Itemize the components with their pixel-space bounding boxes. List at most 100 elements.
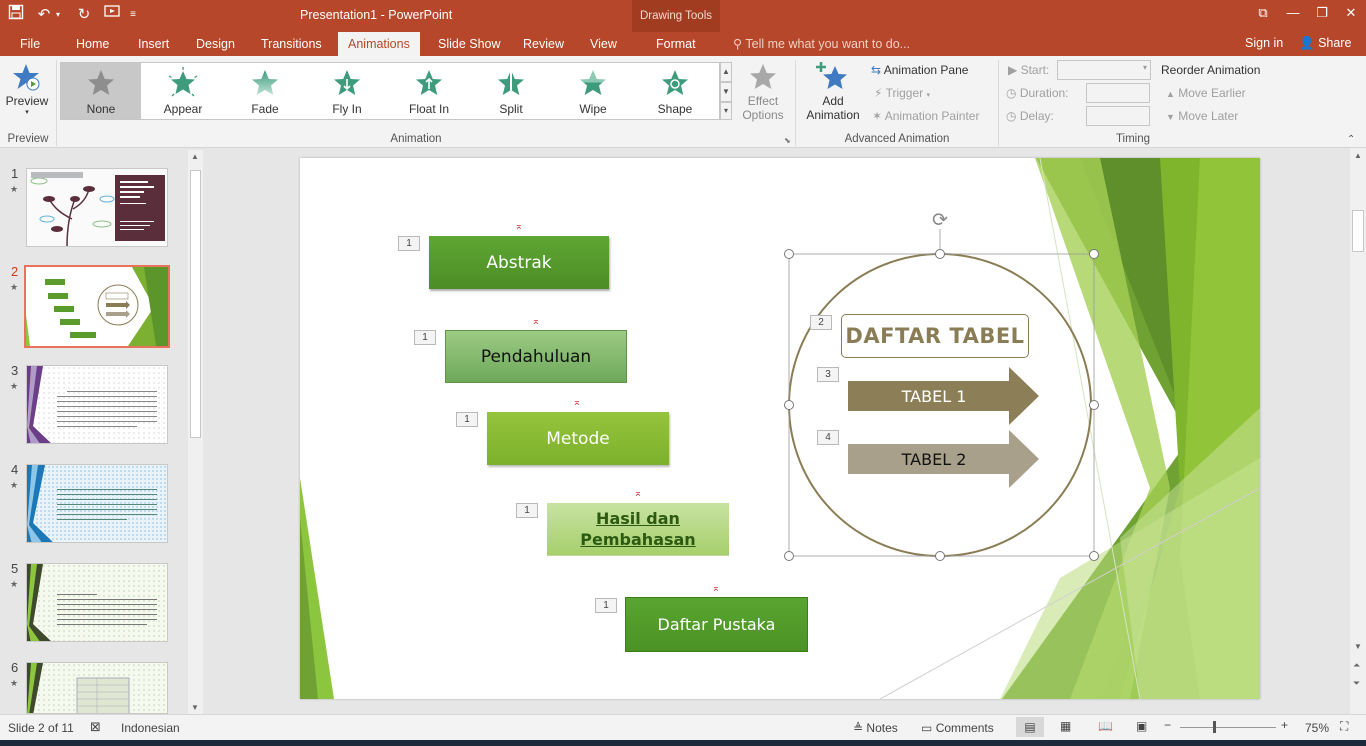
scrollbar-thumb[interactable] xyxy=(1352,210,1364,252)
slide-canvas[interactable]: 1 ⌅ Abstrak 1 ⌅ Pendahuluan 1 ⌅ Metode 1… xyxy=(300,158,1260,699)
add-animation-button[interactable]: Add Animation xyxy=(800,60,866,122)
resize-handle[interactable] xyxy=(1089,249,1099,259)
tab-review[interactable]: Review xyxy=(513,32,574,56)
tab-format[interactable]: Format xyxy=(646,32,706,56)
comments-button[interactable]: ▭ Comments xyxy=(921,721,994,735)
tab-slide-show[interactable]: Slide Show xyxy=(428,32,511,56)
animation-tag[interactable]: 3 xyxy=(817,367,839,382)
gallery-item-none[interactable]: None xyxy=(61,63,141,119)
share-button[interactable]: 👤 Share xyxy=(1299,36,1351,51)
zoom-in-icon[interactable]: + xyxy=(1281,718,1288,732)
animation-tag[interactable]: 1 xyxy=(398,236,420,251)
delay-spinner[interactable] xyxy=(1086,106,1150,126)
abstrak-box[interactable]: Abstrak xyxy=(429,236,609,289)
rotate-handle-icon[interactable]: ⟳ xyxy=(932,209,948,232)
thumbnail-scrollbar[interactable]: ▲ ▼ xyxy=(188,150,203,714)
gallery-item-split[interactable]: Split xyxy=(471,63,551,119)
animation-tag[interactable]: 1 xyxy=(595,598,617,613)
daftar-tabel-title[interactable]: DAFTAR TABEL xyxy=(841,314,1029,358)
resize-handle[interactable] xyxy=(935,249,945,259)
gallery-scroll-up[interactable]: ▲ xyxy=(720,62,732,82)
preview-button[interactable]: Preview ▾ xyxy=(4,62,50,116)
zoom-out-icon[interactable]: − xyxy=(1164,718,1171,732)
tab-transitions[interactable]: Transitions xyxy=(251,32,332,56)
normal-view-icon[interactable]: ▤ xyxy=(1016,717,1044,737)
move-earlier-button[interactable]: ▲ Move Earlier xyxy=(1166,86,1246,100)
scrollbar-thumb[interactable] xyxy=(190,170,201,438)
restore-icon[interactable]: ❐ xyxy=(1307,2,1337,24)
animation-pane-button[interactable]: ⇆ Animation Pane xyxy=(871,63,968,77)
scroll-down-icon[interactable]: ▼ xyxy=(191,703,199,712)
pendahuluan-box[interactable]: Pendahuluan xyxy=(445,330,627,383)
zoom-level[interactable]: 75% xyxy=(1305,721,1329,735)
undo-dropdown-icon[interactable]: ▾ xyxy=(52,4,64,26)
animation-tag[interactable]: 4 xyxy=(817,430,839,445)
next-slide-icon[interactable]: ⏷ xyxy=(1353,678,1360,689)
dialog-launcher-icon[interactable]: ⬊ xyxy=(784,136,791,145)
gallery-more-button[interactable]: ▾ xyxy=(720,102,732,120)
hasil-pembahasan-box[interactable]: Hasil dan Pembahasan xyxy=(547,503,729,556)
gallery-item-appear[interactable]: Appear xyxy=(143,63,223,119)
trigger-button[interactable]: ⚡ Trigger ▾ xyxy=(874,86,930,100)
language-indicator[interactable]: Indonesian xyxy=(121,721,180,735)
resize-handle[interactable] xyxy=(784,249,794,259)
start-select[interactable]: ▾ xyxy=(1057,60,1151,80)
zoom-slider-thumb[interactable] xyxy=(1213,721,1216,733)
minimize-icon[interactable]: — xyxy=(1278,2,1308,24)
tab-home[interactable]: Home xyxy=(66,32,119,56)
gallery-item-float-in[interactable]: Float In xyxy=(389,63,469,119)
tab-insert[interactable]: Insert xyxy=(128,32,179,56)
animation-tag[interactable]: 2 xyxy=(810,315,832,330)
redo-icon[interactable]: ↻ xyxy=(72,4,96,26)
duration-spinner[interactable] xyxy=(1086,83,1150,103)
slide-sorter-icon[interactable]: ▦ xyxy=(1060,719,1071,733)
gallery-scroll-down[interactable]: ▼ xyxy=(720,82,732,102)
previous-slide-icon[interactable]: ⏶ xyxy=(1353,660,1360,671)
slide-thumbnail-5[interactable] xyxy=(26,563,168,642)
sign-in-link[interactable]: Sign in xyxy=(1245,36,1283,50)
customize-qat-icon[interactable]: ≡ xyxy=(126,4,140,26)
notes-button[interactable]: ≜ Notes xyxy=(853,721,898,735)
tab-file[interactable]: File xyxy=(10,32,50,56)
animation-tag[interactable]: 1 xyxy=(414,330,436,345)
resize-handle[interactable] xyxy=(935,551,945,561)
slide-thumbnail-6[interactable] xyxy=(26,662,168,714)
start-from-beginning-icon[interactable] xyxy=(101,4,125,26)
daftar-pustaka-box[interactable]: Daftar Pustaka xyxy=(625,597,808,652)
gallery-item-wipe[interactable]: Wipe xyxy=(553,63,633,119)
scroll-up-icon[interactable]: ▲ xyxy=(1354,151,1362,160)
tab-view[interactable]: View xyxy=(580,32,627,56)
save-icon[interactable] xyxy=(4,4,28,26)
close-icon[interactable]: ✕ xyxy=(1336,2,1366,24)
tab-design[interactable]: Design xyxy=(186,32,245,56)
move-later-button[interactable]: ▼ Move Later xyxy=(1166,109,1238,123)
resize-handle[interactable] xyxy=(784,551,794,561)
animation-tag[interactable]: 1 xyxy=(516,503,538,518)
fit-slide-icon[interactable]: ⛶ xyxy=(1340,719,1348,734)
effect-options-button[interactable]: Effect Options xyxy=(736,62,790,122)
slide-thumbnail-2[interactable] xyxy=(24,265,170,348)
scroll-down-icon[interactable]: ▼ xyxy=(1354,642,1362,651)
scroll-up-icon[interactable]: ▲ xyxy=(191,152,199,161)
slide-show-view-icon[interactable]: ▣ xyxy=(1136,719,1147,733)
ribbon-display-options-icon[interactable]: ⧉ xyxy=(1248,2,1278,24)
resize-handle[interactable] xyxy=(1089,400,1099,410)
gallery-item-fade[interactable]: Fade xyxy=(225,63,305,119)
slide-thumbnail-1[interactable] xyxy=(26,168,168,247)
tab-animations[interactable]: Animations xyxy=(338,32,420,56)
slide-thumbnail-3[interactable] xyxy=(26,365,168,444)
metode-box[interactable]: Metode xyxy=(487,412,669,465)
reading-view-icon[interactable]: 📖 xyxy=(1098,719,1113,733)
gallery-item-fly-in[interactable]: Fly In xyxy=(307,63,387,119)
tabel-2-arrow[interactable]: TABEL 2 xyxy=(846,444,1022,474)
gallery-item-shape[interactable]: Shape xyxy=(635,63,715,119)
vertical-scrollbar[interactable]: ▲ ▼ ⏶ ⏷ xyxy=(1350,148,1366,714)
spell-check-icon[interactable]: ⊠ xyxy=(90,719,101,735)
animation-painter-button[interactable]: ✶ Animation Painter xyxy=(872,109,979,123)
collapse-ribbon-icon[interactable]: ⌃ xyxy=(1347,134,1355,145)
resize-handle[interactable] xyxy=(784,400,794,410)
zoom-slider[interactable] xyxy=(1180,727,1276,728)
tell-me-box[interactable]: ⚲ Tell me what you want to do... xyxy=(733,36,910,51)
slide-thumbnail-4[interactable] xyxy=(26,464,168,543)
animation-tag[interactable]: 1 xyxy=(456,412,478,427)
